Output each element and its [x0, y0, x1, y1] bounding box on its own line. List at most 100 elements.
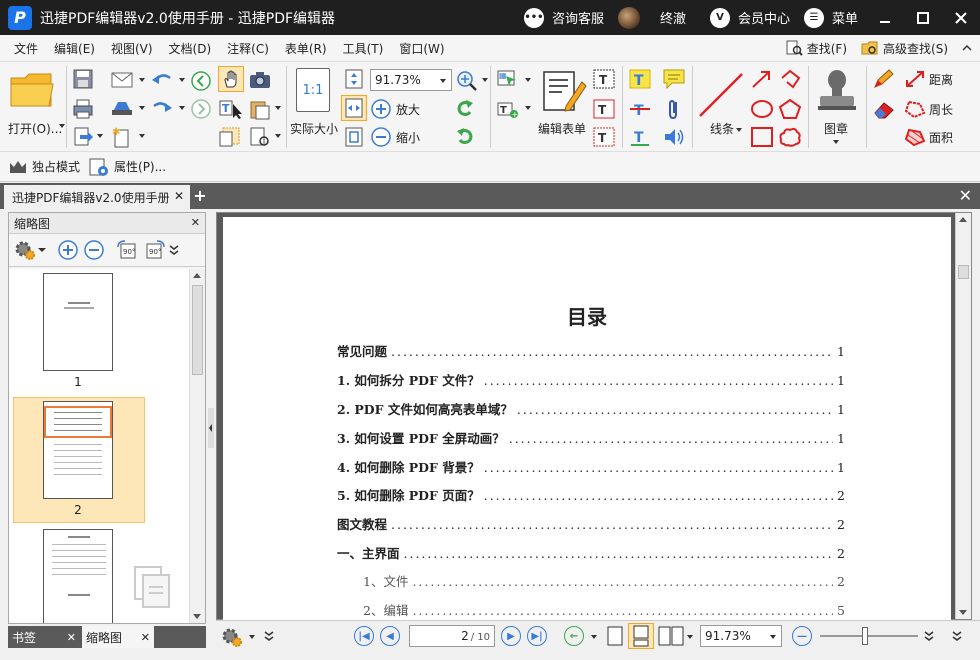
- note-icon[interactable]: [662, 68, 686, 90]
- scroll-down-icon[interactable]: [956, 605, 970, 619]
- menu-file[interactable]: 文件: [6, 40, 46, 57]
- edit-form-label[interactable]: 编辑表单: [538, 120, 586, 137]
- more-tools-icon[interactable]: [169, 244, 179, 256]
- export-icon[interactable]: [72, 126, 94, 148]
- typewriter-icon[interactable]: T: [592, 68, 616, 90]
- stamp-label[interactable]: 图章: [824, 120, 848, 137]
- toc-entry[interactable]: 2、编辑....................................…: [363, 600, 845, 619]
- layout-dropdown-icon[interactable]: [686, 633, 694, 641]
- status-zoom-select[interactable]: 91.73%: [700, 625, 782, 647]
- callout-icon[interactable]: T: [592, 126, 616, 148]
- menu-button[interactable]: ☰ 菜单: [803, 7, 858, 28]
- history-dropdown-icon[interactable]: [590, 633, 598, 641]
- edit-form-icon[interactable]: [540, 68, 588, 114]
- chevron-up-icon[interactable]: [962, 43, 972, 53]
- zoom-slider-track[interactable]: [820, 635, 918, 637]
- text-field-icon[interactable]: T +: [496, 98, 520, 120]
- form-field-icon[interactable]: ▦: [496, 68, 520, 90]
- rectangle-tool-icon[interactable]: [750, 126, 774, 148]
- save-icon[interactable]: [72, 68, 94, 90]
- properties-button[interactable]: 属性(P)...: [88, 157, 166, 177]
- zoom-slider-handle[interactable]: [862, 627, 868, 645]
- underline-icon[interactable]: T: [628, 126, 652, 148]
- new-document-icon[interactable]: ✱: [110, 126, 134, 148]
- snapshot-icon[interactable]: [248, 70, 272, 90]
- form-field-dropdown-icon[interactable]: [524, 76, 532, 84]
- tab-close-icon[interactable]: ✕: [67, 631, 76, 644]
- toc-entry[interactable]: 3. 如何设置 PDF 全屏动画？.......................…: [337, 428, 845, 447]
- tab-close-icon[interactable]: ✕: [174, 189, 184, 203]
- line-tool-icon[interactable]: [698, 70, 746, 120]
- first-page-button[interactable]: |◀: [354, 626, 374, 646]
- page-thumbnail-selected[interactable]: [43, 401, 113, 499]
- distance-button[interactable]: 距离: [904, 68, 953, 90]
- pdf-page[interactable]: 目录 常见问题.................................…: [223, 217, 951, 621]
- actual-size-label[interactable]: 实际大小: [290, 120, 338, 137]
- consult-service-button[interactable]: ••• 咨询客服: [523, 7, 604, 28]
- document-scrollbar[interactable]: [955, 213, 971, 619]
- hand-tool-button[interactable]: [218, 66, 244, 92]
- gear-icon[interactable]: [220, 626, 244, 648]
- toc-entry[interactable]: 5. 如何删除 PDF 页面？.........................…: [337, 485, 845, 504]
- back-icon[interactable]: [190, 70, 212, 92]
- zoom-in-button[interactable]: 放大: [370, 98, 420, 120]
- email-dropdown-icon[interactable]: [138, 76, 146, 84]
- menu-window[interactable]: 窗口(W): [391, 40, 452, 57]
- scan-dropdown-icon[interactable]: [138, 104, 146, 112]
- email-icon[interactable]: [110, 70, 134, 90]
- expand-status-icon[interactable]: [952, 630, 962, 642]
- redo-dropdown-icon[interactable]: [178, 104, 186, 112]
- page-number-input[interactable]: 2/ 10: [409, 625, 495, 647]
- panel-close-icon[interactable]: ✕: [191, 216, 200, 229]
- fit-width-button[interactable]: [341, 95, 367, 121]
- toc-entry[interactable]: 4. 如何删除 PDF 背景？.........................…: [337, 457, 845, 476]
- attachment-icon[interactable]: [662, 98, 686, 120]
- thumbnail-list[interactable]: 1 2: [9, 269, 189, 623]
- select-text-icon[interactable]: T: [218, 98, 244, 120]
- new-dropdown-icon[interactable]: [138, 132, 146, 140]
- zoom-select[interactable]: 91.73%: [370, 69, 452, 91]
- undo-dropdown-icon[interactable]: [178, 76, 186, 84]
- last-page-button[interactable]: ▶|: [527, 626, 547, 646]
- tab-close-icon[interactable]: ✕: [141, 631, 150, 644]
- rotate-page-left-icon[interactable]: 90°: [115, 239, 139, 261]
- minimize-button[interactable]: [866, 0, 904, 35]
- gear-dropdown-icon[interactable]: [248, 633, 256, 641]
- previous-page-button[interactable]: ◀: [380, 626, 400, 646]
- scrollbar-thumb[interactable]: [958, 265, 969, 279]
- paste-dropdown-icon[interactable]: [274, 104, 282, 112]
- open-label[interactable]: 打开(O)...: [8, 120, 62, 137]
- fit-visible-icon[interactable]: [343, 126, 365, 148]
- line-label[interactable]: 线条: [710, 120, 734, 137]
- page-thumbnail[interactable]: [43, 529, 113, 623]
- menu-view[interactable]: 视图(V): [103, 40, 161, 57]
- pencil-icon[interactable]: [872, 68, 896, 90]
- collapse-panel-icon[interactable]: [207, 408, 215, 448]
- more-tools-icon[interactable]: [264, 630, 274, 642]
- eraser-icon[interactable]: [872, 98, 896, 120]
- open-button[interactable]: [8, 68, 56, 112]
- polygon-tool-icon[interactable]: [778, 98, 802, 120]
- rotate-page-right-icon[interactable]: 90°: [143, 239, 167, 261]
- scan-icon[interactable]: [110, 98, 134, 118]
- two-page-icon[interactable]: [658, 625, 684, 647]
- strikeout-icon[interactable]: T: [628, 98, 652, 120]
- zoom-tool-icon[interactable]: [456, 70, 478, 92]
- ellipse-tool-icon[interactable]: [750, 98, 774, 120]
- menu-form[interactable]: 表单(R): [277, 40, 335, 57]
- toc-entry[interactable]: 2. PDF 文件如何高亮表单域？.......................…: [337, 399, 845, 418]
- line-dropdown-icon[interactable]: [735, 126, 743, 134]
- toc-entry[interactable]: 图文教程....................................…: [337, 514, 845, 533]
- arrow-tool-icon[interactable]: [750, 68, 774, 90]
- scroll-up-icon[interactable]: [190, 269, 204, 283]
- gear-dropdown-icon[interactable]: [37, 245, 47, 255]
- menu-comment[interactable]: 注释(C): [219, 40, 277, 57]
- scroll-up-icon[interactable]: [956, 213, 970, 227]
- thumbnail-scrollbar[interactable]: [189, 269, 205, 623]
- perimeter-button[interactable]: 周长: [904, 98, 953, 120]
- new-tab-icon[interactable]: +: [192, 188, 208, 204]
- scroll-down-icon[interactable]: [190, 609, 204, 623]
- username[interactable]: 终澈: [660, 8, 686, 27]
- maximize-button[interactable]: [904, 0, 942, 35]
- export-dropdown-icon[interactable]: [96, 132, 104, 140]
